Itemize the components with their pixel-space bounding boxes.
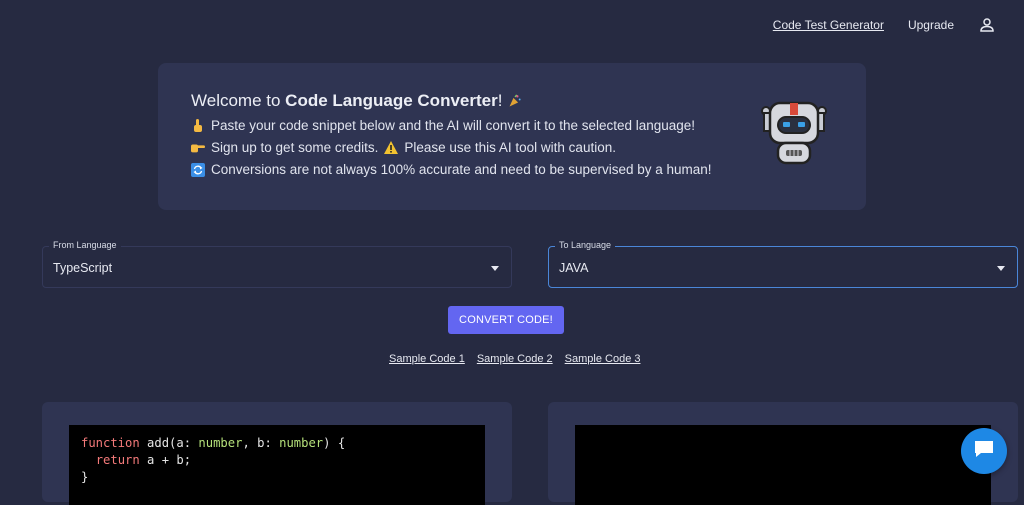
sample-code-1-link[interactable]: Sample Code 1 <box>389 353 465 365</box>
party-popper-icon <box>508 94 522 108</box>
chat-icon <box>973 439 995 464</box>
convert-code-button[interactable]: CONVERT CODE! <box>448 306 564 334</box>
sample-code-3-link[interactable]: Sample Code 3 <box>565 353 641 365</box>
user-icon[interactable] <box>978 16 996 34</box>
code-brace-open: ) { <box>323 436 346 450</box>
code-keyword-return: return <box>95 453 140 467</box>
pointing-right-icon <box>191 141 205 155</box>
code-signature: add(a: <box>139 436 199 450</box>
code-keyword-function: function <box>81 436 140 450</box>
input-code-panel: function add(a: number, b: number) { ret… <box>42 402 512 505</box>
caret-down-icon <box>997 266 1005 271</box>
welcome-line3-text: Conversions are not always 100% accurate… <box>211 162 712 177</box>
top-nav: Code Test Generator Upgrade <box>773 16 996 34</box>
input-code-editor[interactable]: function add(a: number, b: number) { ret… <box>69 425 485 505</box>
to-language-value: JAVA <box>559 261 589 275</box>
upgrade-link[interactable]: Upgrade <box>908 18 954 32</box>
code-test-generator-link[interactable]: Code Test Generator <box>773 18 884 32</box>
repeat-icon <box>191 162 205 177</box>
code-separator: , b: <box>242 436 280 450</box>
code-return-expression: a + b; <box>139 453 192 467</box>
code-type: number <box>279 436 324 450</box>
chat-button[interactable] <box>961 428 1007 474</box>
from-language-select[interactable]: From Language TypeScript <box>42 240 512 288</box>
from-language-value: TypeScript <box>53 261 113 275</box>
welcome-title-suffix: ! <box>497 91 503 110</box>
pointing-down-icon <box>191 118 205 133</box>
warning-icon <box>384 141 399 155</box>
welcome-title-prefix: Welcome to <box>191 91 286 110</box>
output-code-editor[interactable] <box>575 425 991 505</box>
welcome-card: Welcome to Code Language Converter! Past… <box>158 63 866 210</box>
robot-icon <box>760 101 828 171</box>
output-code-panel <box>548 402 1018 505</box>
sample-code-links: Sample Code 1 Sample Code 2 Sample Code … <box>389 353 640 365</box>
to-language-select[interactable]: To Language JAVA <box>548 240 1018 288</box>
to-language-label: To Language <box>555 240 616 250</box>
code-brace-close: } <box>81 470 89 484</box>
from-language-label: From Language <box>49 240 121 250</box>
welcome-caution-text: Please use this AI tool with caution. <box>404 140 616 155</box>
welcome-title-app-name: Code Language Converter <box>285 91 498 110</box>
welcome-signup-text: Sign up to get some credits. <box>211 140 379 155</box>
welcome-line1-text: Paste your code snippet below and the AI… <box>211 118 696 133</box>
sample-code-2-link[interactable]: Sample Code 2 <box>477 353 553 365</box>
code-type: number <box>198 436 243 450</box>
caret-down-icon <box>491 266 499 271</box>
